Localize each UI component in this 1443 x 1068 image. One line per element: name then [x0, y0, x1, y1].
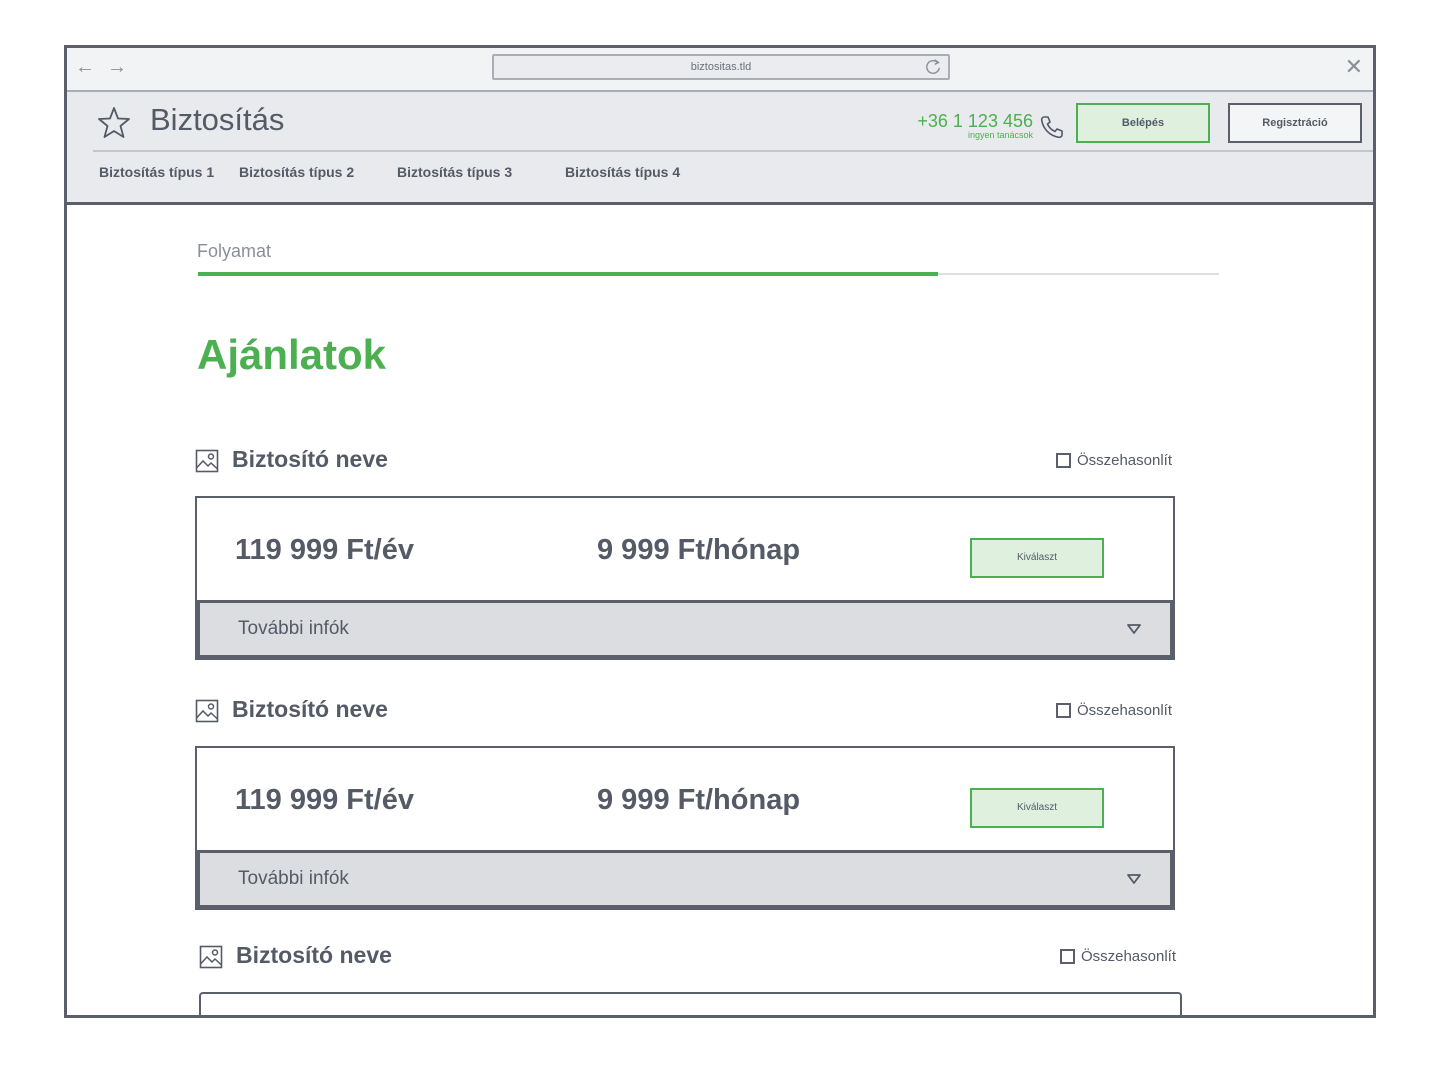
offer-header: Biztosító neve Összehasonlít — [195, 444, 1178, 480]
browser-toolbar: ← → biztositas.tld ✕ — [67, 48, 1373, 92]
progress-bar — [198, 272, 1219, 276]
more-info-label: További infók — [238, 868, 349, 889]
nav-item-type-3[interactable]: Biztosítás típus 3 — [397, 164, 512, 180]
address-bar[interactable]: biztositas.tld — [492, 54, 950, 80]
offer-card — [199, 992, 1182, 1015]
star-logo-icon[interactable] — [97, 106, 131, 140]
compare-label: Összehasonlít — [1076, 702, 1172, 719]
more-info-toggle[interactable]: További infók — [197, 850, 1173, 908]
progress-label: Folyamat — [197, 241, 272, 261]
forward-arrow-icon[interactable]: → — [107, 56, 127, 78]
monthly-price: 9 999 Ft/hónap — [597, 784, 801, 816]
close-icon[interactable]: ✕ — [1345, 54, 1363, 80]
offer-header: Biztosító neve Összehasonlít — [199, 940, 1182, 976]
chevron-down-icon[interactable] — [1126, 622, 1142, 636]
brand-name[interactable]: Biztosítás — [150, 102, 284, 138]
compare-checkbox[interactable]: Összehasonlít — [1055, 452, 1172, 469]
compare-label: Összehasonlít — [1076, 452, 1172, 469]
more-info-toggle[interactable]: További infók — [197, 600, 1173, 658]
checkbox-icon[interactable] — [1055, 453, 1071, 468]
back-arrow-icon[interactable]: ← — [75, 56, 95, 78]
compare-checkbox[interactable]: Összehasonlít — [1059, 948, 1176, 965]
login-button[interactable]: Belépés — [1076, 103, 1210, 143]
image-placeholder-icon — [195, 699, 219, 723]
yearly-price: 119 999 Ft/év — [235, 534, 414, 566]
offer-item: Biztosító neve Összehasonlít 119 999 Ft/… — [195, 694, 1178, 910]
insurer-name: Biztosító neve — [232, 446, 388, 472]
progress-bar-fill — [198, 272, 939, 276]
compare-checkbox[interactable]: Összehasonlít — [1055, 702, 1172, 719]
checkbox-icon[interactable] — [1059, 949, 1075, 964]
register-button[interactable]: Regisztráció — [1228, 103, 1362, 143]
browser-window: ← → biztositas.tld ✕ Biztosítás +36 1 12… — [64, 45, 1376, 1018]
image-placeholder-icon — [199, 945, 223, 969]
nav-item-type-1[interactable]: Biztosítás típus 1 — [99, 164, 214, 180]
select-button[interactable]: Kiválaszt — [970, 788, 1104, 828]
main-navigation: Biztosítás típus 1 Biztosítás típus 2 Bi… — [67, 164, 1373, 186]
image-placeholder-icon — [195, 449, 219, 473]
site-header: Biztosítás +36 1 123 456 ingyen tanácsok… — [67, 92, 1373, 205]
phone-contact[interactable]: +36 1 123 456 ingyen tanácsok — [917, 112, 1033, 140]
yearly-price: 119 999 Ft/év — [235, 784, 414, 816]
reload-icon[interactable] — [924, 58, 942, 76]
url-text: biztositas.tld — [690, 61, 752, 73]
offer-item: Biztosító neve Összehasonlít 119 999 Ft/… — [195, 444, 1178, 660]
phone-icon — [1040, 116, 1063, 139]
monthly-price: 9 999 Ft/hónap — [597, 534, 801, 566]
insurer-name: Biztosító neve — [232, 696, 388, 722]
select-button[interactable]: Kiválaszt — [970, 538, 1104, 578]
offer-item: Biztosító neve Összehasonlít — [199, 940, 1182, 1015]
phone-number: +36 1 123 456 — [917, 111, 1033, 131]
chevron-down-icon[interactable] — [1126, 872, 1142, 886]
page-title: Ajánlatok — [197, 331, 387, 378]
nav-item-type-2[interactable]: Biztosítás típus 2 — [239, 164, 354, 180]
checkbox-icon[interactable] — [1055, 703, 1071, 718]
insurer-name: Biztosító neve — [236, 942, 392, 968]
offer-card: 119 999 Ft/év 9 999 Ft/hónap Kiválaszt T… — [195, 746, 1175, 910]
nav-item-type-4[interactable]: Biztosítás típus 4 — [565, 164, 680, 180]
offer-card: 119 999 Ft/év 9 999 Ft/hónap Kiválaszt T… — [195, 496, 1175, 660]
offer-header: Biztosító neve Összehasonlít — [195, 694, 1178, 730]
header-divider — [93, 150, 1373, 152]
compare-label: Összehasonlít — [1080, 948, 1176, 965]
phone-subtitle: ingyen tanácsok — [967, 130, 1033, 140]
more-info-label: További infók — [238, 618, 349, 639]
